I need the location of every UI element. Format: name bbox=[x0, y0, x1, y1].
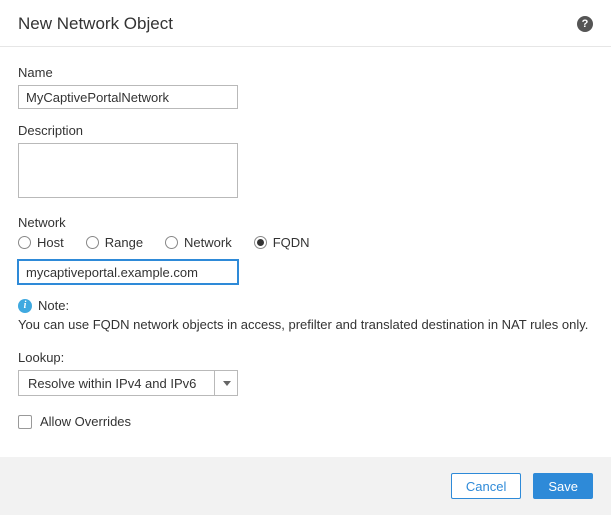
description-input[interactable] bbox=[18, 143, 238, 198]
radio-network-label: Network bbox=[184, 235, 232, 250]
radio-fqdn-label: FQDN bbox=[273, 235, 310, 250]
radio-icon bbox=[254, 236, 267, 249]
checkbox-icon bbox=[18, 415, 32, 429]
radio-icon bbox=[86, 236, 99, 249]
name-field-group: Name bbox=[18, 65, 593, 109]
description-field-group: Description bbox=[18, 123, 593, 201]
radio-host[interactable]: Host bbox=[18, 235, 64, 250]
radio-network[interactable]: Network bbox=[165, 235, 232, 250]
dialog-title: New Network Object bbox=[18, 14, 173, 34]
radio-host-label: Host bbox=[37, 235, 64, 250]
note-header: i Note: bbox=[18, 298, 593, 313]
radio-icon bbox=[18, 236, 31, 249]
lookup-label: Lookup: bbox=[18, 350, 593, 365]
lookup-select-value: Resolve within IPv4 and IPv6 bbox=[28, 376, 196, 391]
dialog-header: New Network Object ? bbox=[0, 0, 611, 47]
note-text: You can use FQDN network objects in acce… bbox=[18, 316, 593, 334]
radio-range-label: Range bbox=[105, 235, 143, 250]
name-label: Name bbox=[18, 65, 593, 80]
lookup-field-group: Lookup: Resolve within IPv4 and IPv6 bbox=[18, 350, 593, 396]
lookup-select[interactable]: Resolve within IPv4 and IPv6 bbox=[18, 370, 238, 396]
allow-overrides-checkbox[interactable]: Allow Overrides bbox=[18, 414, 593, 429]
dialog-footer: Cancel Save bbox=[0, 457, 611, 515]
radio-range[interactable]: Range bbox=[86, 235, 143, 250]
help-icon[interactable]: ? bbox=[577, 16, 593, 32]
description-label: Description bbox=[18, 123, 593, 138]
form-body: Name Description Network Host Range Netw… bbox=[0, 47, 611, 439]
network-field-group: Network Host Range Network FQDN bbox=[18, 215, 593, 284]
save-button[interactable]: Save bbox=[533, 473, 593, 499]
network-type-radio-group: Host Range Network FQDN bbox=[18, 235, 593, 250]
note-label: Note: bbox=[38, 298, 69, 313]
network-label: Network bbox=[18, 215, 593, 230]
radio-icon bbox=[165, 236, 178, 249]
cancel-button[interactable]: Cancel bbox=[451, 473, 521, 499]
name-input[interactable] bbox=[18, 85, 238, 109]
allow-overrides-label: Allow Overrides bbox=[40, 414, 131, 429]
info-icon: i bbox=[18, 299, 32, 313]
network-value-input[interactable] bbox=[18, 260, 238, 284]
radio-fqdn[interactable]: FQDN bbox=[254, 235, 310, 250]
